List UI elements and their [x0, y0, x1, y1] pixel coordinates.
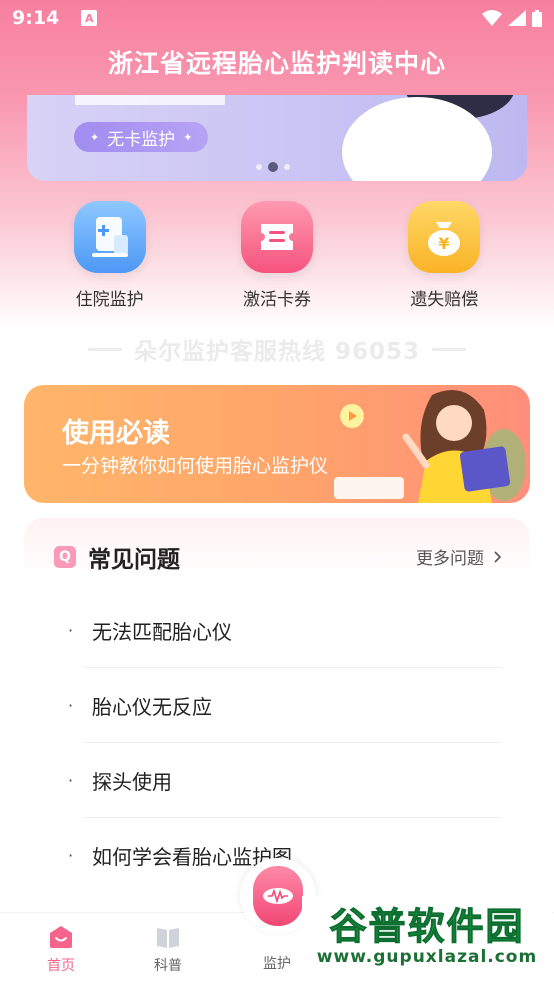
- chevron-right-icon: [494, 550, 502, 563]
- faq-item[interactable]: · 胎心仪无反应: [24, 668, 530, 743]
- bullet: ·: [68, 846, 74, 865]
- banner-heading-decoration: [75, 95, 235, 105]
- home-icon: [50, 926, 72, 948]
- more-questions-label: 更多问题: [416, 549, 484, 569]
- watermark-url: www.gupuxlazal.com: [316, 947, 538, 967]
- usage-guide-card[interactable]: 使用必读 一分钟教你如何使用胎心监护仪: [24, 385, 530, 503]
- faq-item-text: 无法匹配胎心仪: [92, 620, 232, 644]
- monitor-device-icon: [253, 866, 303, 926]
- ticket-icon: [240, 201, 313, 273]
- quick-action-label: 激活卡券: [242, 290, 311, 310]
- divider: [432, 347, 467, 351]
- tab-science[interactable]: 科普: [128, 925, 208, 975]
- status-icons: [482, 9, 542, 27]
- page-title: 浙江省远程胎心监护判读中心: [107, 49, 446, 78]
- no-card-monitor-button[interactable]: ✦ 无卡监护 ✦: [74, 122, 209, 152]
- service-hotline[interactable]: 朵尔监护客服热线 96053: [0, 332, 554, 366]
- quick-action-label: 遗失赔偿: [410, 290, 479, 310]
- faq-item[interactable]: · 无法匹配胎心仪: [24, 593, 530, 668]
- guide-subtitle: 一分钟教你如何使用胎心监护仪: [62, 455, 329, 477]
- bullet: ·: [68, 771, 74, 790]
- quick-action-label: 住院监护: [75, 290, 144, 310]
- hospital-card-icon: [73, 201, 146, 273]
- carousel-indicator: [256, 162, 290, 172]
- quick-action-activate-coupon[interactable]: 激活卡券: [212, 201, 342, 311]
- faq-title: 常见问题: [88, 547, 180, 573]
- tab-label: 首页: [47, 958, 75, 974]
- hotline-text: 朵尔监护客服热线 96053: [133, 339, 421, 365]
- question-icon: Q: [54, 546, 76, 568]
- bullet: ·: [68, 696, 74, 715]
- more-questions-link[interactable]: 更多问题: [416, 544, 502, 569]
- wifi-icon: [482, 10, 502, 26]
- faq-item-text: 胎心仪无反应: [92, 695, 212, 719]
- bullet: ·: [68, 621, 74, 640]
- quick-action-loss-compensation[interactable]: ¥ 遗失赔偿: [379, 201, 509, 311]
- watermark-logo: 谷普软件园 www.gupuxlazal.com: [302, 896, 552, 978]
- sparkle-icon: ✦: [90, 130, 100, 144]
- faq-section: Q 常见问题 更多问题 · 无法匹配胎心仪 · 胎心仪无反应 · 探头使用 · …: [24, 518, 530, 898]
- tab-label: 监护: [263, 956, 291, 972]
- book-icon: [157, 928, 179, 948]
- sparkle-icon: ✦: [183, 130, 193, 144]
- faq-header: Q 常见问题: [54, 540, 180, 574]
- notification-badge-icon: A: [81, 10, 98, 26]
- signal-icon: [508, 10, 526, 26]
- status-time: 9:14: [12, 7, 60, 29]
- tab-label: 科普: [154, 958, 182, 974]
- banner-pill-label: 无卡监护: [107, 129, 176, 150]
- woman-reading-illustration: [334, 390, 526, 503]
- status-bar: 9:14 A: [0, 0, 554, 36]
- faq-item-text: 探头使用: [92, 770, 172, 794]
- carousel-dot-active: [268, 162, 278, 172]
- tab-home[interactable]: 首页: [21, 925, 101, 975]
- carousel-dot: [256, 164, 262, 170]
- guide-title: 使用必读: [62, 418, 170, 449]
- divider: [87, 347, 122, 351]
- faq-item[interactable]: · 探头使用: [24, 743, 530, 818]
- battery-icon: [532, 9, 542, 27]
- quick-actions: 住院监护 激活卡券 ¥ 遗失赔偿: [0, 201, 554, 311]
- promo-banner[interactable]: ✦ 无卡监护 ✦: [27, 95, 527, 181]
- quick-action-hospital-monitor[interactable]: 住院监护: [45, 201, 175, 311]
- faq-list: · 无法匹配胎心仪 · 胎心仪无反应 · 探头使用 · 如何学会看胎心监护图: [24, 593, 530, 893]
- money-bag-icon: ¥: [408, 201, 481, 273]
- svg-text:¥: ¥: [439, 234, 450, 253]
- carousel-dot: [284, 164, 290, 170]
- watermark-brand: 谷普软件园: [329, 905, 525, 948]
